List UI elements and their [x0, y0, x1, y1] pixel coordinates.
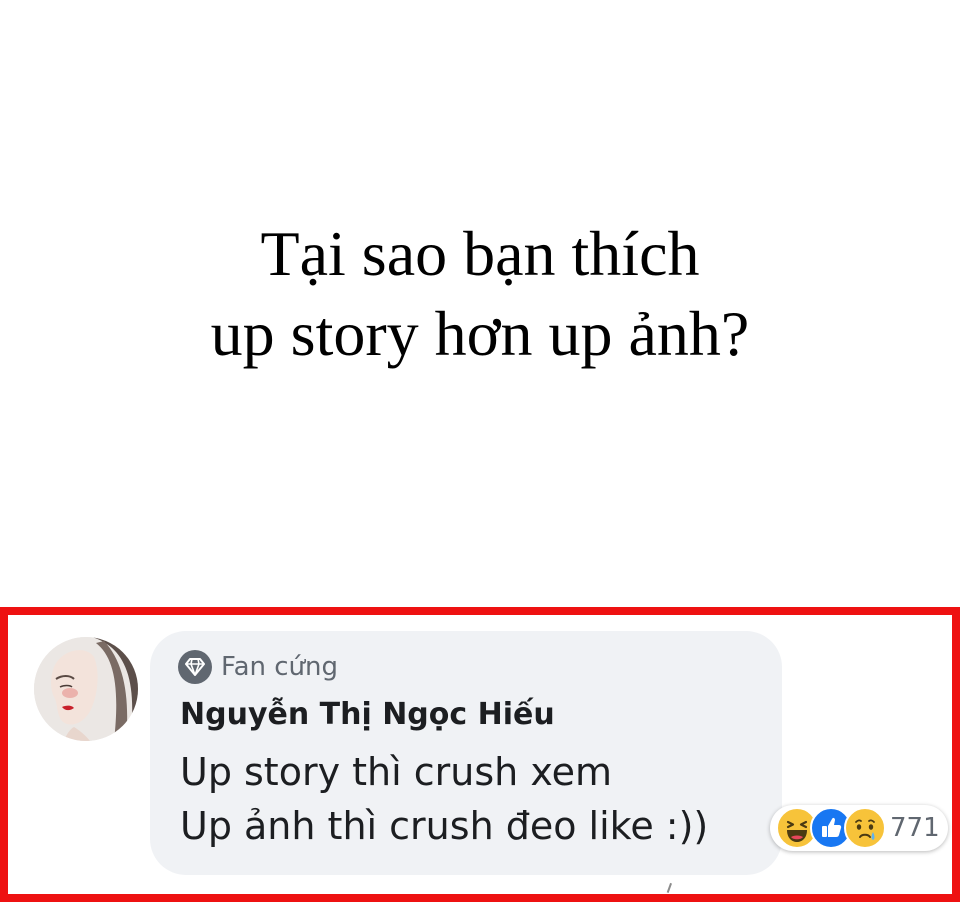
- cropped-text-fragment: [666, 882, 684, 898]
- badge-label: Fan cứng: [221, 652, 338, 682]
- highlighted-comment-frame: Fan cứng Nguyễn Thị Ngọc Hiếu Up story t…: [0, 607, 960, 902]
- question-line-2: up story hơn up ảnh?: [210, 298, 750, 369]
- reaction-summary[interactable]: 771: [770, 805, 948, 851]
- question-line-1: Tại sao bạn thích: [260, 218, 700, 289]
- comment-bubble: Fan cứng Nguyễn Thị Ngọc Hiếu Up story t…: [150, 631, 782, 875]
- comment-author-name[interactable]: Nguyễn Thị Ngọc Hiếu: [180, 697, 555, 732]
- avatar[interactable]: [34, 637, 138, 741]
- comment-text-line-1: Up story thì crush xem: [180, 750, 613, 794]
- comment-text: Up story thì crush xem Up ảnh thì crush …: [180, 745, 708, 853]
- comment-text-line-2: Up ảnh thì crush đeo like :)): [180, 804, 709, 848]
- diamond-icon: [178, 650, 212, 684]
- reaction-count: 771: [890, 813, 940, 843]
- question-headline: Tại sao bạn thích up story hơn up ảnh?: [0, 214, 960, 374]
- top-fan-badge[interactable]: Fan cứng: [178, 649, 338, 685]
- sad-icon: [844, 807, 886, 849]
